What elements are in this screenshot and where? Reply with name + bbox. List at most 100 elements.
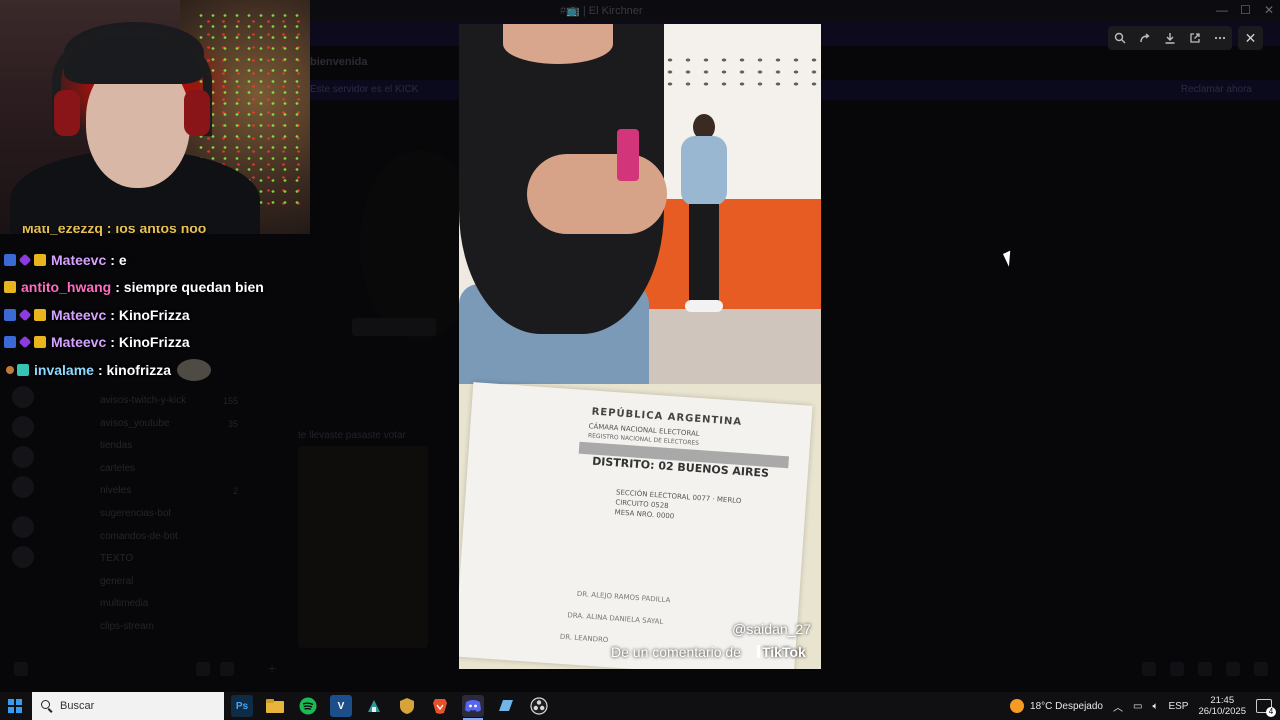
add-server-icon[interactable] bbox=[12, 516, 34, 538]
file-explorer-app-icon[interactable] bbox=[264, 695, 286, 717]
badge-icon bbox=[4, 253, 16, 266]
search-icon bbox=[40, 699, 54, 713]
badge-icon bbox=[4, 336, 16, 349]
channel-item[interactable]: tiendas bbox=[48, 435, 248, 458]
cat-emote-icon bbox=[177, 358, 212, 381]
stream-chat-overlay: Mati_ezezzq : los antos hoo Mateevc : e … bbox=[0, 226, 300, 384]
bg-message-text: te llevaste pasaste votar bbox=[298, 430, 406, 441]
discord-app-icon[interactable] bbox=[462, 695, 484, 717]
zoom-in-icon[interactable] bbox=[1112, 30, 1128, 46]
sticker-icon[interactable] bbox=[1198, 662, 1212, 676]
network-icon[interactable]: ▭ bbox=[1133, 701, 1142, 712]
paper-table-number: MESA NRO. 0000 bbox=[614, 508, 675, 521]
apps-icon[interactable] bbox=[1254, 662, 1268, 676]
blue-app-icon[interactable] bbox=[495, 695, 517, 717]
mic-icon[interactable] bbox=[196, 662, 210, 676]
taskbar-clock[interactable]: 21:45 26/10/2025 bbox=[1198, 695, 1246, 717]
photo-shoulders bbox=[503, 24, 613, 64]
weather-text[interactable]: 18°C Despejado bbox=[1030, 701, 1103, 712]
tiktok-caption: De un comentario de TikTok bbox=[611, 644, 806, 660]
photo-arms bbox=[527, 154, 667, 234]
notification-count: 4 bbox=[1266, 707, 1276, 717]
chat-separator: : bbox=[110, 306, 119, 323]
channel-name: comandos-de-bot bbox=[100, 530, 178, 542]
webcam-overlay bbox=[0, 0, 310, 234]
brave-app-icon[interactable] bbox=[429, 695, 451, 717]
chevron-up-icon[interactable]: ︿ bbox=[1113, 699, 1123, 714]
tiktok-logo-icon bbox=[747, 645, 760, 658]
attach-icon[interactable]: + bbox=[268, 660, 276, 676]
channel-header: bienvenida bbox=[310, 56, 368, 68]
explore-icon[interactable] bbox=[12, 546, 34, 568]
chat-username: Mateevc bbox=[51, 251, 107, 268]
server-icon[interactable] bbox=[12, 476, 34, 498]
channel-item[interactable]: sugerencias-bot bbox=[48, 503, 248, 526]
notification-icon[interactable]: 4 bbox=[1256, 699, 1276, 717]
emoji-icon[interactable] bbox=[1226, 662, 1240, 676]
weather-icon[interactable] bbox=[1010, 699, 1025, 713]
channel-item[interactable]: clips-stream bbox=[48, 616, 248, 639]
chat-message: KinoFrizza bbox=[118, 306, 190, 323]
channel-item[interactable]: general bbox=[48, 571, 248, 594]
channel-item[interactable]: multimedia bbox=[48, 593, 248, 616]
headset-earcup bbox=[54, 90, 80, 136]
person-legs bbox=[689, 204, 719, 304]
channel-item[interactable]: avisos_youtube 35 bbox=[48, 413, 248, 436]
share-icon[interactable] bbox=[1137, 30, 1153, 46]
shield-app-icon[interactable] bbox=[396, 695, 418, 717]
more-icon[interactable] bbox=[1212, 30, 1228, 46]
gif-icon[interactable] bbox=[1170, 662, 1184, 676]
server-icon[interactable] bbox=[12, 416, 34, 438]
maximize-button[interactable]: ☐ bbox=[1240, 3, 1251, 17]
server-notice-action[interactable]: Reclamar ahora bbox=[1181, 84, 1252, 95]
download-icon[interactable] bbox=[1162, 30, 1178, 46]
visual-studio-app-icon[interactable]: V bbox=[330, 695, 352, 717]
chat-username: antito_hwang bbox=[21, 279, 112, 296]
image-viewer[interactable]: REPÚBLICA ARGENTINA CÁMARA NACIONAL ELEC… bbox=[459, 24, 821, 669]
chat-line: Mati_ezezzq : los antos hoo bbox=[0, 226, 300, 246]
obs-app-icon[interactable] bbox=[528, 695, 550, 717]
channel-count: 2 bbox=[232, 486, 238, 497]
language-indicator[interactable]: ESP bbox=[1168, 701, 1188, 712]
server-icon[interactable] bbox=[12, 446, 34, 468]
channel-name: carteles bbox=[100, 462, 136, 474]
chat-username: invalame bbox=[34, 361, 94, 378]
start-button[interactable] bbox=[8, 699, 22, 713]
close-viewer-button[interactable]: ✕ bbox=[1238, 26, 1263, 50]
teal-app-icon[interactable] bbox=[363, 695, 385, 717]
spotify-app-icon[interactable] bbox=[297, 695, 319, 717]
window-close-button[interactable]: ✕ bbox=[1264, 3, 1274, 17]
channel-item[interactable]: comandos-de-bot bbox=[48, 526, 248, 549]
channel-item[interactable]: avisos-twitch-y-kick 155 bbox=[48, 390, 248, 413]
badge-icon bbox=[18, 308, 32, 322]
channel-item[interactable]: carteles bbox=[48, 458, 248, 481]
channel-list: avisos-twitch-y-kick 155 avisos_youtube 35… bbox=[48, 390, 248, 639]
server-icon[interactable] bbox=[12, 386, 34, 408]
channel-category[interactable]: TEXTO bbox=[48, 548, 248, 571]
channel-item[interactable]: niveles 2 bbox=[48, 480, 248, 503]
minimize-button[interactable]: — bbox=[1216, 3, 1228, 17]
close-icon: ✕ bbox=[1244, 29, 1257, 46]
badge-icon bbox=[18, 253, 32, 267]
taskbar-search[interactable]: Buscar bbox=[32, 692, 224, 720]
open-external-icon[interactable] bbox=[1187, 30, 1203, 46]
volume-icon[interactable]: 🔈︎ bbox=[1152, 701, 1158, 712]
user-avatar[interactable] bbox=[14, 662, 28, 676]
chat-message: kinofrizza bbox=[106, 361, 172, 378]
chat-line: Mateevc : KinoFrizza bbox=[0, 329, 300, 357]
channel-count: 155 bbox=[222, 396, 238, 406]
headset-earcup bbox=[184, 90, 210, 136]
badge-icon bbox=[18, 335, 32, 349]
bg-embed-button bbox=[352, 318, 436, 336]
channel-count: 35 bbox=[227, 418, 238, 429]
search-placeholder: Buscar bbox=[60, 700, 95, 712]
chat-username: Mateevc bbox=[51, 334, 107, 351]
chat-line: antito_hwang : siempre quedan bien bbox=[0, 274, 300, 302]
photoshop-app-icon[interactable]: Ps bbox=[231, 695, 253, 717]
settings-icon[interactable] bbox=[220, 662, 234, 676]
paper-signature: DR. ALEJO RAMOS PADILLA bbox=[576, 589, 671, 605]
windows-logo-icon bbox=[8, 699, 14, 705]
channel-name: general bbox=[100, 575, 134, 587]
gift-icon[interactable] bbox=[1142, 662, 1156, 676]
crown-icon bbox=[34, 308, 46, 321]
